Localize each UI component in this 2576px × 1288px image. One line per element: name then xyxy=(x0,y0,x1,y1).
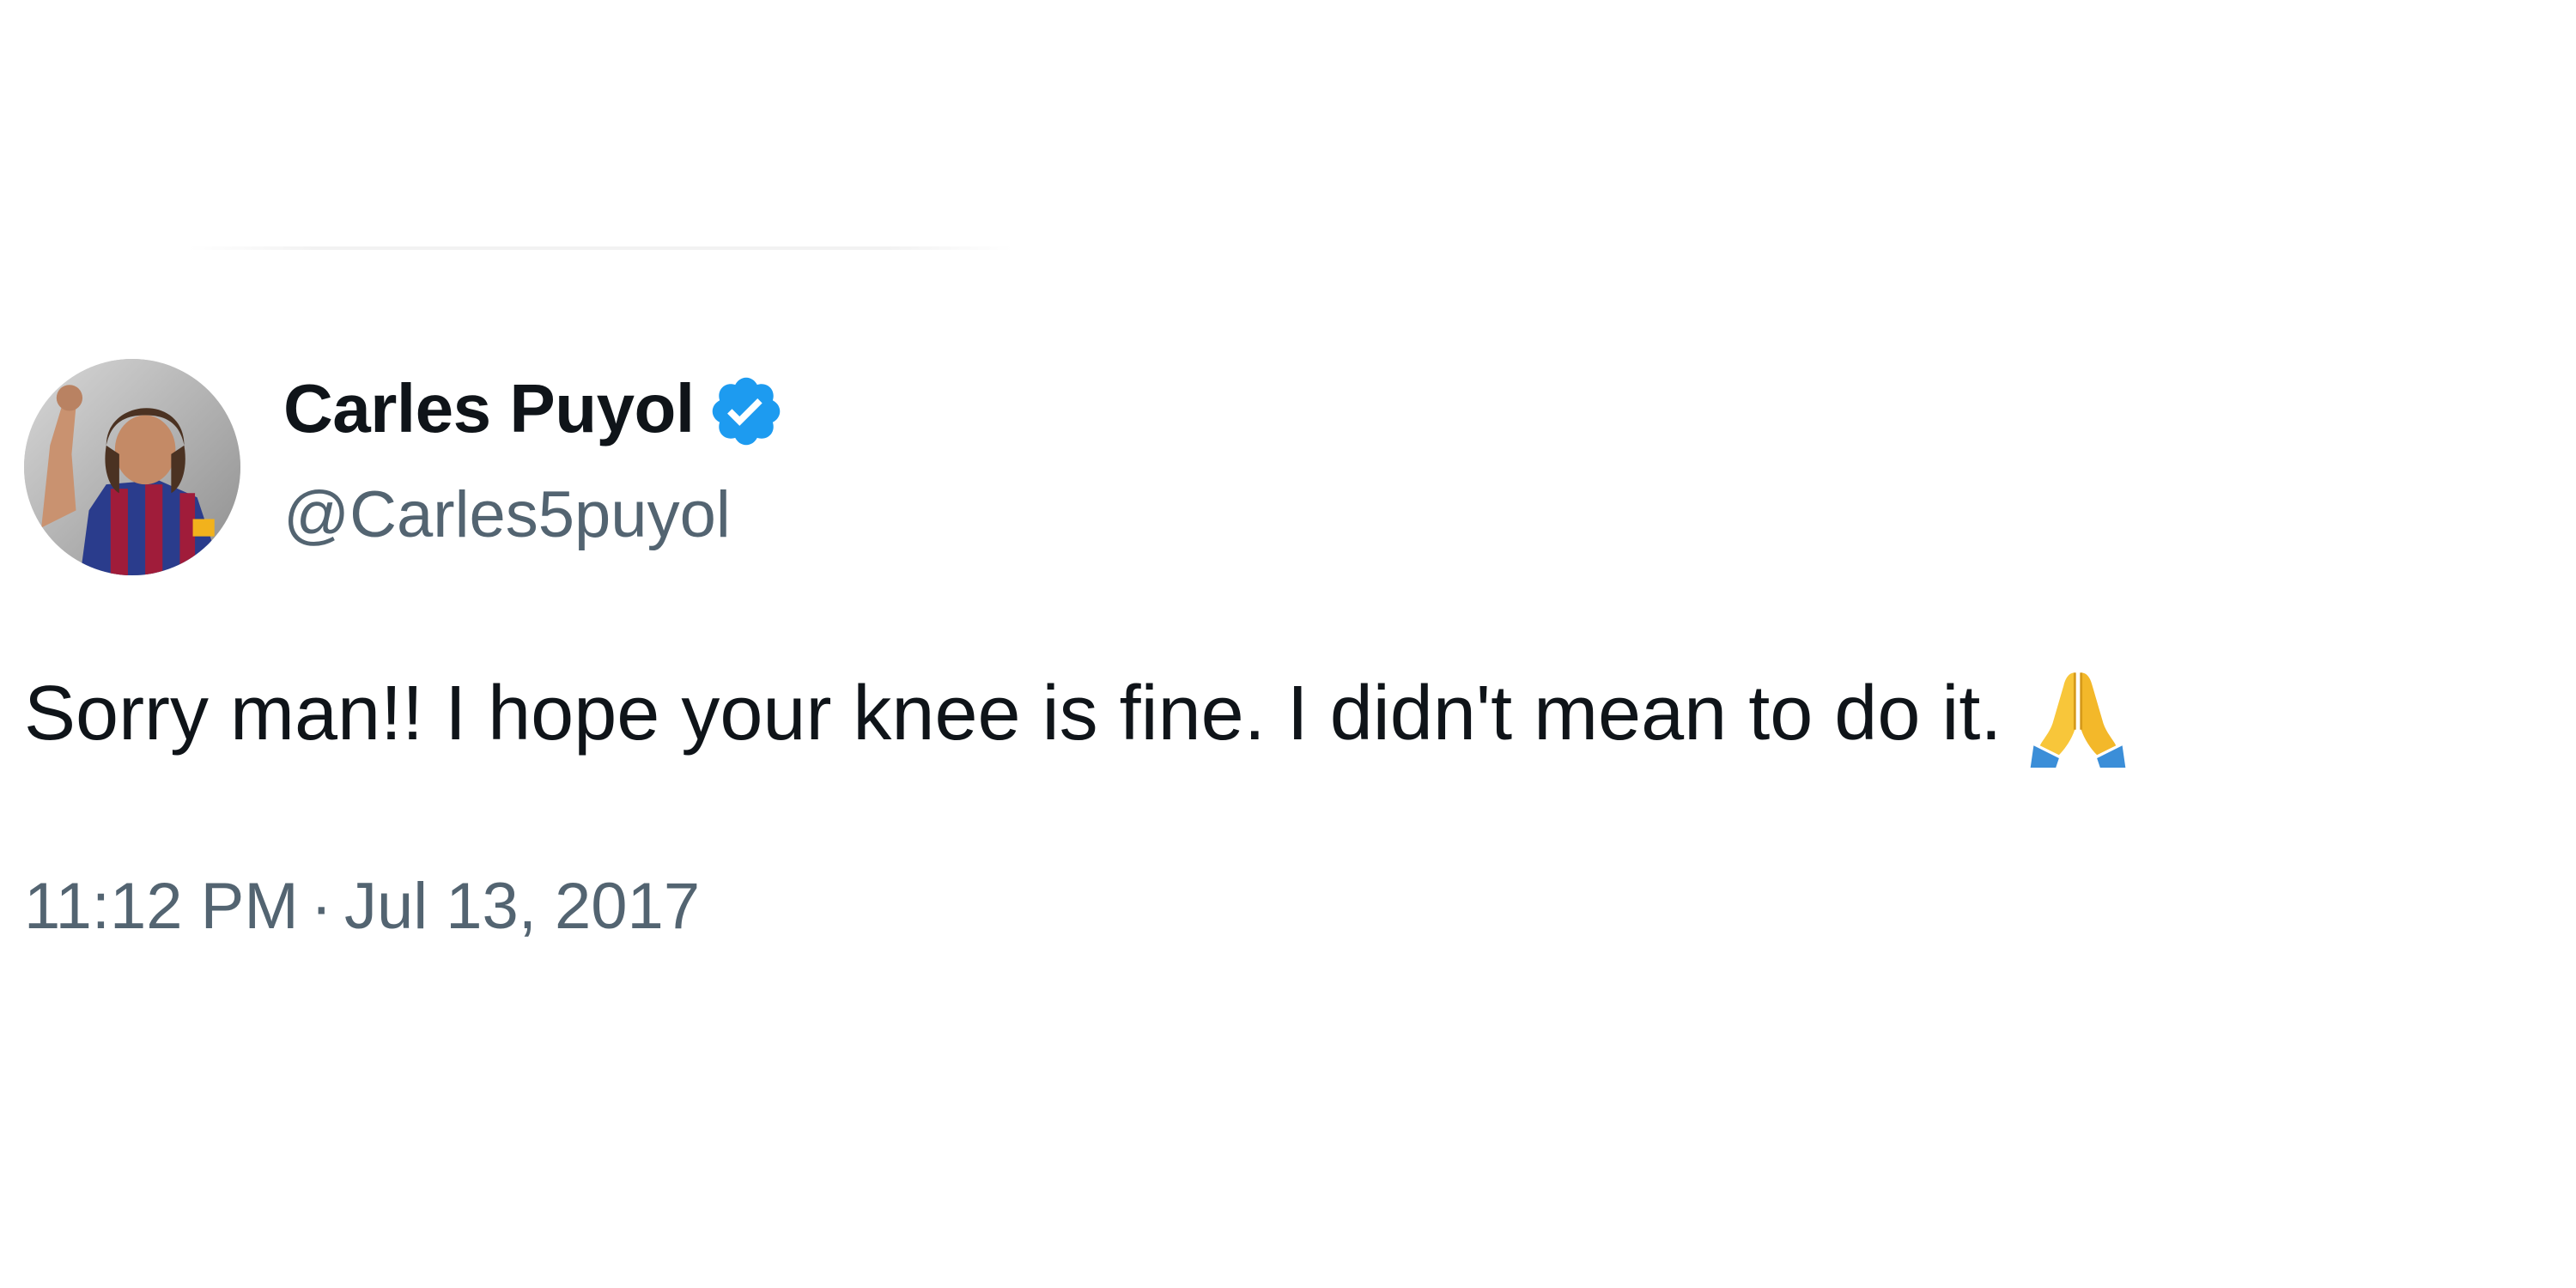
tweet-timestamp[interactable]: 11:12 PM · Jul 13, 2017 xyxy=(24,864,700,950)
display-name[interactable]: Carles Puyol xyxy=(283,366,695,452)
divider xyxy=(189,246,1013,250)
tweet-text: Sorry man!! I hope your knee is fine. I … xyxy=(24,671,2002,756)
timestamp-separator: · xyxy=(310,870,332,943)
author-name-row: Carles Puyol xyxy=(283,366,786,452)
verified-badge-icon xyxy=(707,372,786,451)
tweet-card: Carles Puyol @Carles5puyol Sorry man!! I… xyxy=(0,0,2576,1288)
avatar-photo xyxy=(24,359,240,575)
tweet-date: Jul 13, 2017 xyxy=(343,870,701,943)
tweet-time: 11:12 PM xyxy=(24,870,299,943)
tweet-body: Sorry man!! I hope your knee is fine. I … xyxy=(24,659,2129,768)
folded-hands-emoji-icon xyxy=(2027,666,2129,768)
author-handle[interactable]: @Carles5puyol xyxy=(283,474,731,556)
avatar[interactable] xyxy=(24,359,240,575)
